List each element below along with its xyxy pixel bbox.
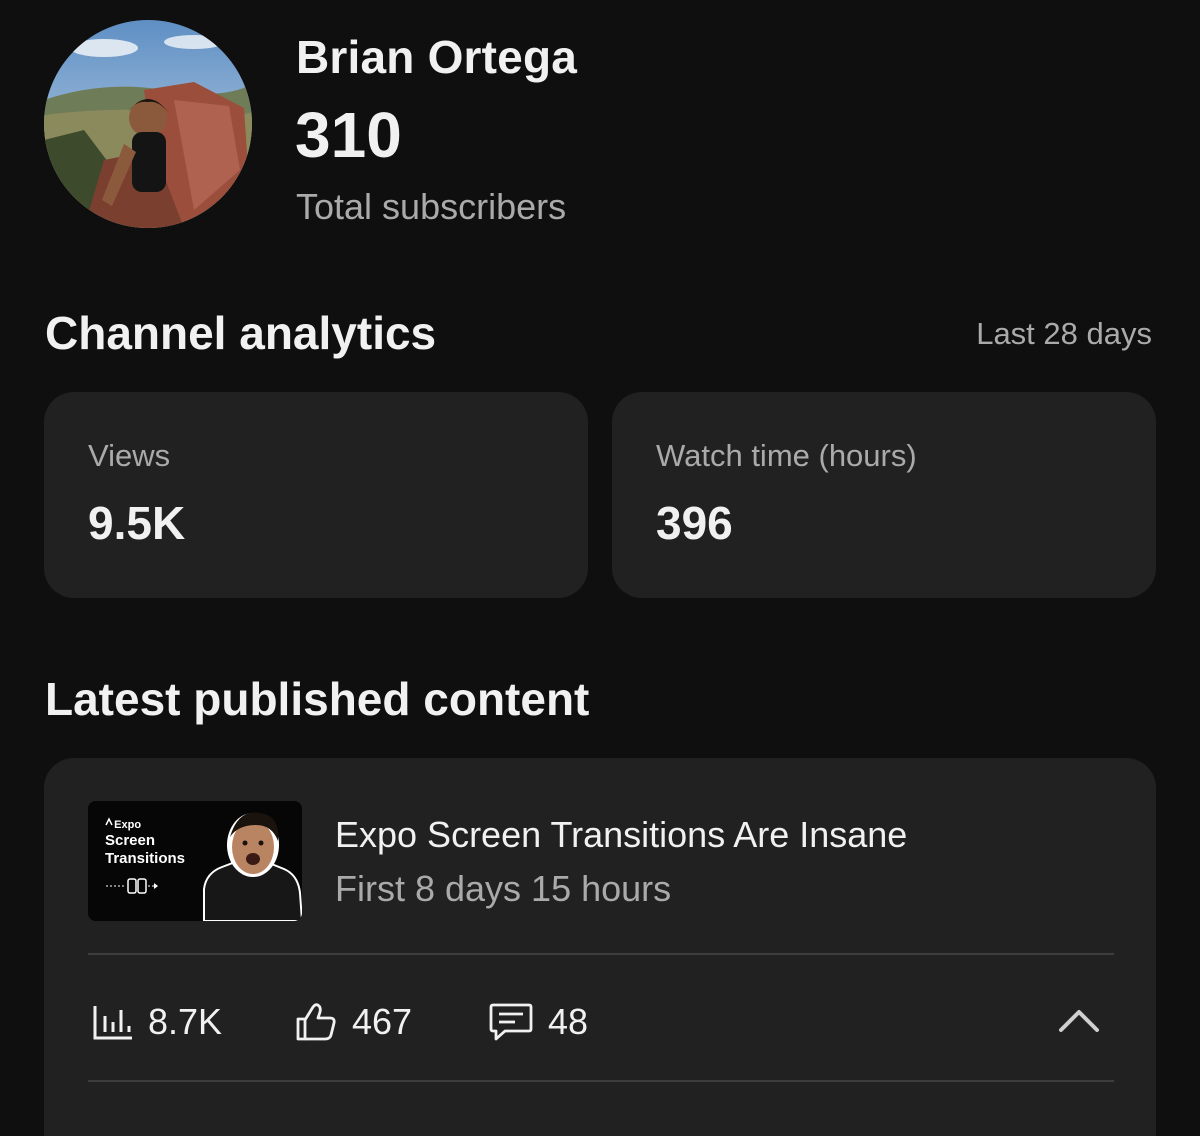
views-stat-value: 9.5K <box>88 497 186 549</box>
video-title[interactable]: Expo Screen Transitions Are Insane <box>335 814 907 856</box>
video-likes-metric: 467 <box>294 1000 412 1044</box>
watch-time-stat-value: 396 <box>656 497 733 549</box>
video-timeframe: First 8 days 15 hours <box>335 868 672 909</box>
latest-content-heading: Latest published content <box>45 673 590 725</box>
channel-avatar[interactable] <box>44 20 252 228</box>
collapse-button[interactable] <box>1052 998 1106 1042</box>
video-comments-value: 48 <box>548 1001 589 1042</box>
latest-video-card[interactable]: Expo Screen Transitions Expo Screen Tran… <box>44 758 1156 1136</box>
divider <box>88 1080 1114 1082</box>
watch-time-stat-card[interactable]: Watch time (hours) 396 <box>612 392 1156 598</box>
chevron-up-icon <box>1059 1010 1099 1032</box>
video-likes-value: 467 <box>352 1001 413 1042</box>
thumbnail-line-1: Screen <box>105 832 156 850</box>
views-stat-card[interactable]: Views 9.5K <box>44 392 588 598</box>
date-range-label: Last 28 days <box>976 316 1152 351</box>
subscriber-label: Total subscribers <box>296 186 567 227</box>
video-views-value: 8.7K <box>148 1001 223 1042</box>
thumbnail-caption: Expo Screen Transitions <box>105 819 185 868</box>
thumbs-up-icon <box>296 1003 336 1041</box>
bar-chart-icon <box>93 1006 132 1040</box>
video-thumbnail[interactable]: Expo Screen Transitions <box>88 801 302 921</box>
comment-icon <box>489 1003 533 1041</box>
thumbnail-brand: Expo <box>114 819 142 831</box>
views-stat-label: Views <box>88 438 171 473</box>
video-comments-metric: 48 <box>488 1000 588 1044</box>
watch-time-stat-label: Watch time (hours) <box>656 438 917 473</box>
channel-name: Brian Ortega <box>296 31 578 83</box>
channel-analytics-heading: Channel analytics <box>45 307 437 359</box>
subscriber-count: 310 <box>295 99 402 171</box>
avatar-photo <box>44 20 252 228</box>
video-views-metric: 8.7K <box>90 1000 222 1044</box>
analytics-page: Brian Ortega 310 Total subscribers Chann… <box>0 0 1200 1136</box>
thumbnail-line-2: Transitions <box>105 850 186 868</box>
divider <box>88 953 1114 955</box>
